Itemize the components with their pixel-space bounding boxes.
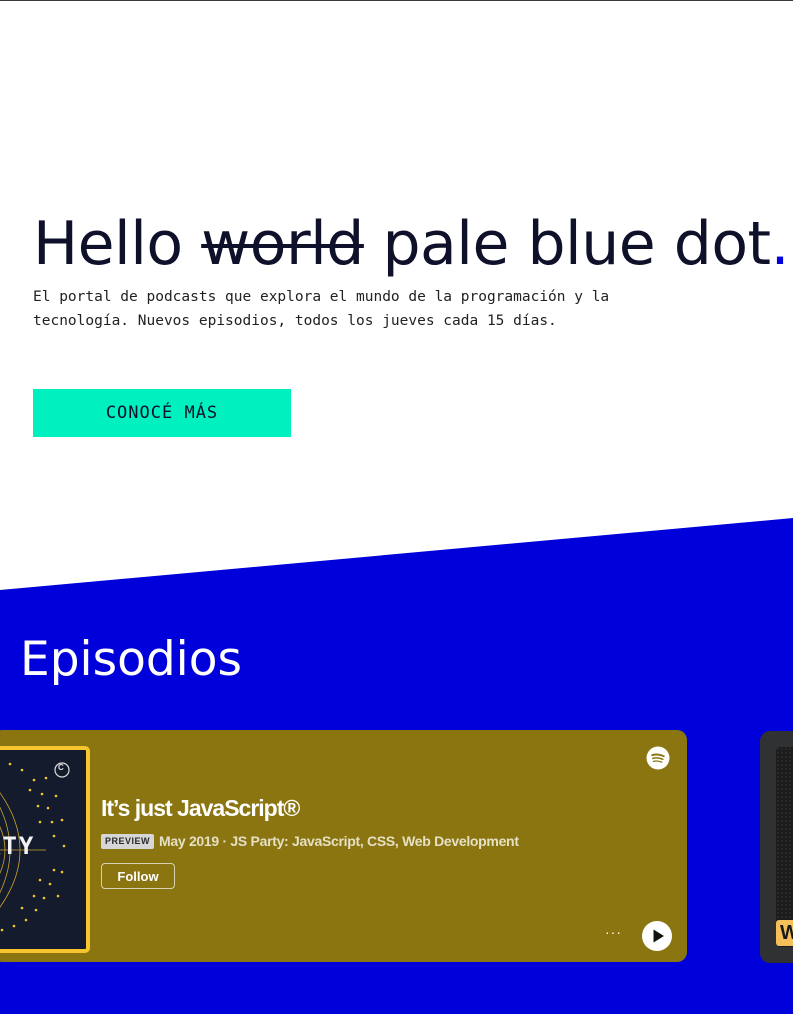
cover-text: RTY <box>0 832 36 860</box>
episode-meta-text[interactable]: May 2019 · JS Party: JavaScript, CSS, We… <box>159 833 519 849</box>
cover-tag-next: W <box>776 920 793 946</box>
cover-badge-letter: C <box>58 763 64 772</box>
episodes-section-title: Episodios <box>20 632 242 687</box>
episode-embed-card[interactable]: C RTY It’s just JavaScript® PREVIEW May … <box>0 730 687 962</box>
preview-badge: PREVIEW <box>101 833 155 849</box>
episode-meta: PREVIEW May 2019 · JS Party: JavaScript,… <box>101 832 519 850</box>
podcast-cover-art-next <box>776 747 793 947</box>
play-icon[interactable] <box>641 920 673 952</box>
podcast-cover-art: C RTY <box>0 746 90 953</box>
spotify-icon[interactable] <box>646 746 670 770</box>
follow-button[interactable]: Follow <box>101 863 175 889</box>
episode-title[interactable]: It’s just JavaScript® <box>101 795 300 822</box>
episode-embed-card-next[interactable]: W <box>760 731 793 963</box>
more-icon[interactable]: ··· <box>605 925 622 939</box>
